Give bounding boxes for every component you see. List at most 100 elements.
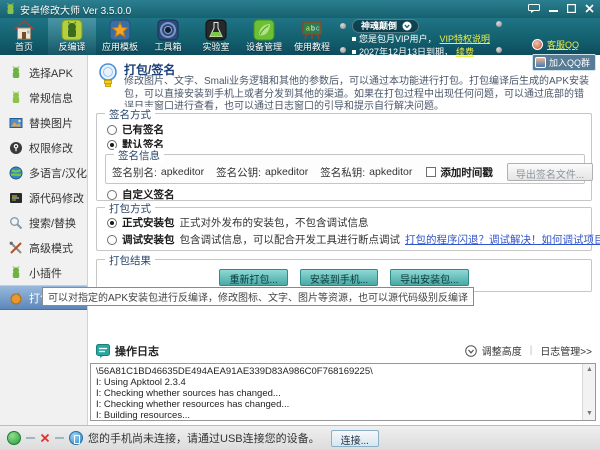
sidebar-item-source-code[interactable]: 源代码修改 [0,185,87,210]
minimize-icon[interactable] [549,4,558,13]
decor-dot [496,21,502,27]
globe-icon [9,166,23,180]
toolbar-item-lab[interactable]: 实验室 [192,18,240,55]
search-icon [9,216,23,230]
toolbar-label: 反编译 [58,42,85,53]
status-message: 您的手机尚未连接，请通过USB连接您的设备。 [88,430,320,446]
image-icon [9,116,23,130]
toolbar-item-decompile[interactable]: 反编译 [48,18,96,55]
connect-button[interactable]: 连接... [331,430,379,447]
sidebar-item-replace-images[interactable]: 替换图片 [0,110,87,135]
join-qq-group-button[interactable]: 加入QQ群 [532,54,596,71]
expiry-text: 2027年12月13日到期， [359,45,453,58]
radio-release-package[interactable] [107,218,117,228]
sidebar-item-advanced-mode[interactable]: 高级模式 [0,235,87,260]
sidebar-tooltip: 可以对指定的APK安装包进行反编译，修改图标、文字、图片等资源，也可以源代码级别… [42,287,474,306]
permission-icon [9,141,23,155]
log-scrollbar[interactable]: ▲ ▼ [582,364,595,420]
radio-debug-package-label: 调试安装包 [122,232,175,247]
join-qq-group-label: 加入QQ群 [549,56,590,69]
svg-text:b: b [311,26,315,33]
sidebar-item-permissions[interactable]: 权限修改 [0,135,87,160]
toolbar-item-tutorial[interactable]: a b c 使用教程 [288,18,336,55]
release-package-desc: 正式对外发布的安装包，不包含调试信息 [180,215,369,230]
sidebar-item-label: 权限修改 [29,140,73,156]
chevron-down-icon [402,21,412,31]
toolbar-item-templates[interactable]: 应用模板 [96,18,144,55]
export-signature-button[interactable]: 导出签名文件... [507,163,593,181]
adjust-height-chevron-icon[interactable] [465,345,477,357]
decor-dot [340,47,346,53]
service-avatar-icon [532,39,543,50]
log-icon [96,344,110,358]
leaf-device-icon [252,18,276,42]
sidebar-item-label: 多语言/汉化 [29,165,87,181]
vip-status-text: 您是包月VIP用户， [359,32,437,45]
page-description: 修改图片、文字、Smali业务逻辑和其他的参数后，可以通过本功能进行打包。打包编… [124,76,592,114]
close-icon[interactable] [585,4,594,13]
sign-info-group-title: 签名信息 [114,148,164,163]
sidebar-item-general-info[interactable]: 常规信息 [0,85,87,110]
sidebar-item-select-apk[interactable]: 选择APK [0,60,87,85]
radio-debug-package[interactable] [107,235,117,245]
log-output[interactable]: \56A81C1BD46635DE494AEA91AE339D83A986C0F… [90,363,596,421]
connection-line [55,437,64,439]
toolbar-label: 首页 [15,42,33,53]
title-bar: 安卓修改大师 Ver 3.5.0.0 [0,0,600,18]
sign-method-group: 签名方式 已有签名 默认签名 签名信息 签名别名: apkeditor 签名公钥… [96,113,592,201]
install-to-phone-button[interactable]: 安装到手机... [300,269,378,286]
timestamp-checkbox-label: 添加时间戳 [440,165,493,180]
toolbar-label: 设备管理 [246,42,282,53]
toolbar-item-devices[interactable]: 设备管理 [240,18,288,55]
phone-connection-icon [69,431,83,445]
toolbar-item-home[interactable]: 首页 [0,18,48,55]
sidebar-item-search-replace[interactable]: 搜索/替换 [0,210,87,235]
scroll-up-icon[interactable]: ▲ [583,364,596,376]
sidebar: 选择APK 常规信息 替换图片 权限修改 [0,55,88,425]
android-icon [9,91,23,105]
log-line: I: Building resources... [96,410,579,421]
log-line: I: Checking whether sources has changed.… [96,388,579,399]
feedback-icon[interactable] [528,4,540,13]
account-panel: 神魂颠倒 您是包月VIP用户，VIP特权说明 2027年12月13日到期，续费 [352,19,492,58]
section-header: 打包/签名 修改图片、文字、Smali业务逻辑和其他的参数后，可以通过本功能进行… [88,55,600,105]
toolbar-label: 应用模板 [102,42,138,53]
bullet-icon [352,37,356,41]
username: 神魂颠倒 [361,19,397,32]
timestamp-checkbox[interactable] [426,167,436,177]
sign-info-group: 签名信息 签名别名: apkeditor 签名公钥: apkeditor 签名私… [105,154,585,184]
username-badge[interactable]: 神魂颠倒 [352,19,419,33]
sidebar-item-label: 搜索/替换 [29,215,76,231]
log-title: 操作日志 [115,343,159,359]
log-manage-link[interactable]: 日志管理>> [540,343,592,358]
repack-button[interactable]: 重新打包... [219,269,287,286]
maximize-icon[interactable] [567,4,576,13]
sidebar-item-languages[interactable]: 多语言/汉化 [0,160,87,185]
toolbar-label: 实验室 [202,42,229,53]
sidebar-item-plugins[interactable]: 小插件 [0,260,87,285]
adjust-height-label[interactable]: 调整高度 [482,343,522,358]
export-package-button[interactable]: 导出安装包... [390,269,468,286]
scroll-down-icon[interactable]: ▼ [583,408,596,420]
pc-connection-icon [7,431,21,445]
main-content: 打包/签名 修改图片、文字、Smali业务逻辑和其他的参数后，可以通过本功能进行… [88,55,600,425]
svg-text:c: c [316,26,320,33]
vip-privileges-link[interactable]: VIP特权说明 [440,32,491,45]
svg-text:a: a [306,26,310,33]
android-decompile-icon [60,18,84,42]
sidebar-item-label: 选择APK [29,65,73,81]
renew-link[interactable]: 续费 [456,45,474,58]
toolbar-item-toolbox[interactable]: 工具箱 [144,18,192,55]
home-icon [12,18,36,42]
blackboard-icon: a b c [300,18,324,42]
qq-contact-panel: 客服QQ 加入QQ群 [532,37,596,71]
service-qq-link[interactable]: 客服QQ [547,38,579,51]
lab-flask-icon [204,18,228,42]
radio-custom-signature[interactable] [107,190,117,200]
log-line: I: Using Apktool 2.3.4 [96,377,579,388]
radio-existing-signature[interactable] [107,125,117,135]
sidebar-item-label: 高级模式 [29,240,73,256]
radio-existing-signature-label: 已有签名 [122,122,164,137]
disconnected-x-icon [40,433,50,443]
debug-help-link[interactable]: 打包的程序闪退？调试解决！如何调试项目看这里... [405,232,600,247]
